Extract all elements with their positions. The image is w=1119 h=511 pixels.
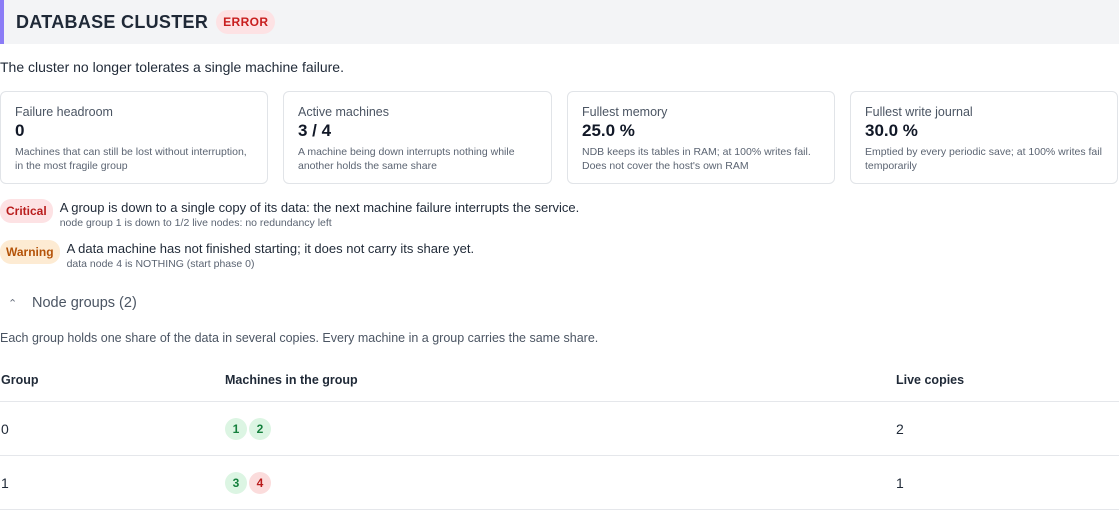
machine-list: 3 4 bbox=[225, 471, 896, 494]
group-id: 0 bbox=[1, 420, 9, 437]
severity-badge-warning: Warning bbox=[0, 240, 60, 264]
card-failure-headroom: Failure headroom 0 Machines that can sti… bbox=[0, 91, 268, 184]
machine-list: 1 2 bbox=[225, 417, 896, 440]
node-badge: 2 bbox=[249, 417, 271, 440]
node-groups-toggle[interactable]: ⌃ Node groups (2) bbox=[8, 295, 137, 311]
card-label: Fullest memory bbox=[582, 105, 668, 119]
chevron-up-icon: ⌃ bbox=[8, 297, 18, 310]
alert-warning: Warning A data machine has not finished … bbox=[0, 240, 475, 270]
node-badge: 3 bbox=[225, 471, 247, 494]
node-badge: 4 bbox=[249, 471, 271, 494]
alert-body: A data machine has not finished starting… bbox=[67, 241, 475, 270]
alert-detail: data node 4 is NOTHING (start phase 0) bbox=[66, 258, 255, 270]
card-fullest-memory: Fullest memory 25.0 % NDB keeps its tabl… bbox=[567, 91, 835, 184]
alert-message: A group is down to a single copy of its … bbox=[59, 200, 580, 215]
cluster-header: DATABASE CLUSTER ERROR bbox=[0, 0, 1119, 44]
column-header-live-copies: Live copies bbox=[896, 372, 965, 387]
node-groups-label: Node groups (2) bbox=[32, 295, 137, 311]
alert-message: A data machine has not finished starting… bbox=[66, 241, 475, 256]
column-header-group: Group bbox=[1, 372, 39, 387]
card-label: Active machines bbox=[298, 105, 390, 119]
node-groups-description: Each group holds one share of the data i… bbox=[0, 331, 599, 345]
alert-critical: Critical A group is down to a single cop… bbox=[0, 199, 580, 229]
card-value: 25.0 % bbox=[582, 121, 635, 140]
card-active-machines: Active machines 3 / 4 A machine being do… bbox=[283, 91, 552, 184]
cluster-summary: The cluster no longer tolerates a single… bbox=[0, 59, 344, 75]
column-header-machines: Machines in the group bbox=[225, 372, 358, 387]
status-badge: ERROR bbox=[216, 10, 276, 34]
metric-cards: Failure headroom 0 Machines that can sti… bbox=[0, 91, 1118, 184]
card-value: 0 bbox=[15, 121, 25, 140]
card-label: Failure headroom bbox=[15, 105, 113, 119]
card-description: A machine being down interrupts nothing … bbox=[298, 146, 515, 172]
node-groups-table: Group Machines in the group Live copies … bbox=[0, 358, 1119, 510]
severity-badge-critical: Critical bbox=[0, 199, 53, 223]
table-row: 0 1 2 2 bbox=[0, 402, 1119, 456]
live-copies: 2 bbox=[896, 420, 904, 437]
card-value: 3 / 4 bbox=[298, 121, 332, 140]
card-fullest-write-journal: Fullest write journal 30.0 % Emptied by … bbox=[850, 91, 1118, 184]
card-description: Emptied by every periodic save; at 100% … bbox=[865, 146, 1102, 172]
page-title: DATABASE CLUSTER bbox=[16, 11, 209, 32]
card-description: Machines that can still be lost without … bbox=[15, 146, 247, 172]
alert-body: A group is down to a single copy of its … bbox=[60, 200, 580, 229]
card-value: 30.0 % bbox=[865, 121, 918, 140]
card-description: NDB keeps its tables in RAM; at 100% wri… bbox=[582, 146, 811, 172]
group-id: 1 bbox=[1, 474, 9, 491]
table-row: 1 3 4 1 bbox=[0, 456, 1119, 510]
alert-detail: node group 1 is down to 1/2 live nodes: … bbox=[59, 217, 332, 229]
live-copies: 1 bbox=[896, 474, 904, 491]
table-header: Group Machines in the group Live copies bbox=[0, 358, 1119, 402]
node-badge: 1 bbox=[225, 417, 247, 440]
card-label: Fullest write journal bbox=[865, 105, 973, 119]
